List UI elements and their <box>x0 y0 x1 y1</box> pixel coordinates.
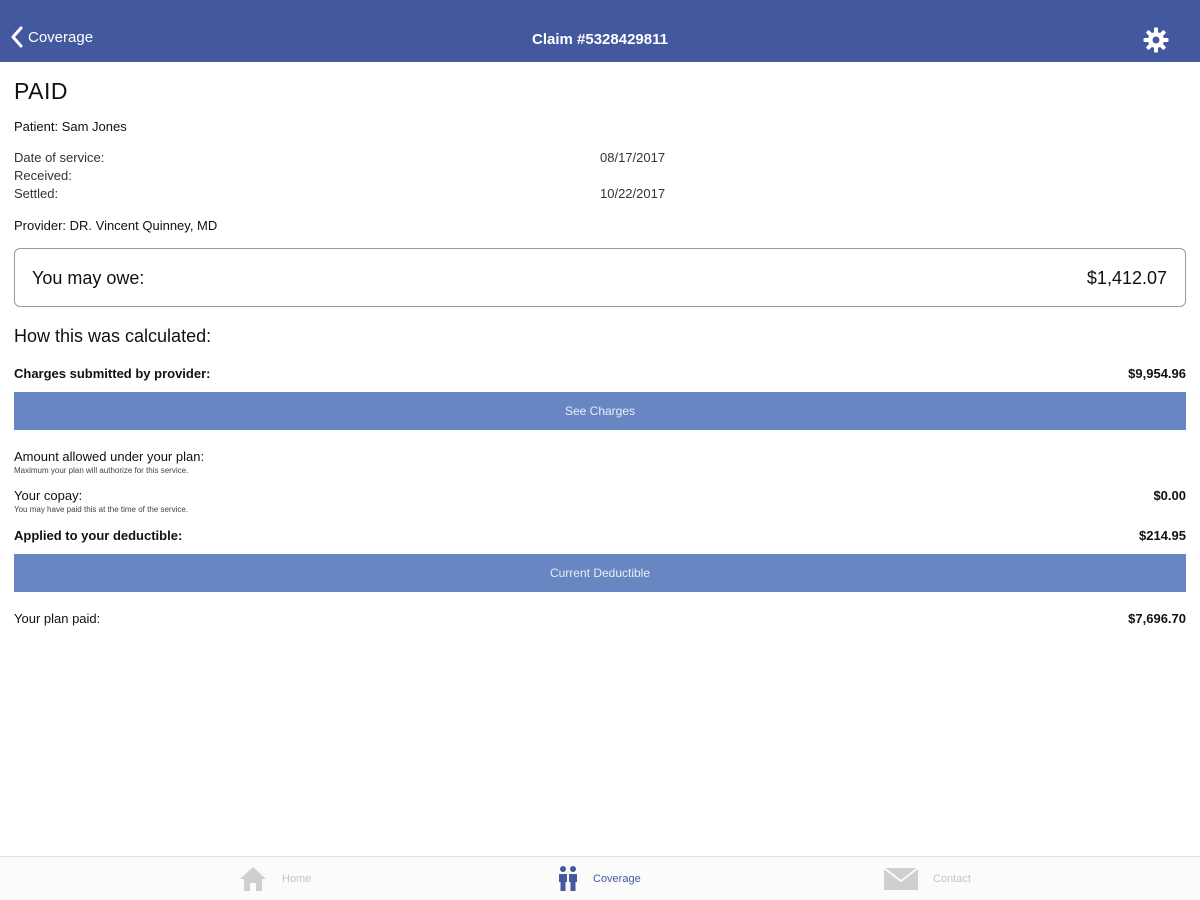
date-value: 08/17/2017 <box>600 150 666 165</box>
copay-label: Your copay: <box>14 488 83 503</box>
patient-name: Patient: Sam Jones <box>14 119 127 134</box>
tab-label: Coverage <box>593 873 641 885</box>
copay-row: Your copay: You may have paid this at th… <box>14 488 1186 514</box>
claim-status: PAID <box>14 78 68 104</box>
plan-paid-value: $7,696.70 <box>1128 611 1186 626</box>
date-value: 10/22/2017 <box>600 186 666 201</box>
tab-coverage[interactable]: Coverage <box>557 857 641 900</box>
settled-row: Settled: 10/22/2017 <box>14 186 1186 204</box>
provider-name: Provider: DR. Vincent Quinney, MD <box>14 218 218 233</box>
amount-owed-card: You may owe: $1,412.07 <box>14 248 1186 307</box>
see-charges-button[interactable]: See Charges <box>14 392 1186 430</box>
tab-label: Home <box>282 873 312 885</box>
charges-label: Charges submitted by provider: <box>14 366 211 381</box>
date-label: Date of service: <box>14 150 105 165</box>
navigation-bar: Coverage Claim #5328429811 <box>0 0 1200 62</box>
home-icon <box>240 867 266 891</box>
deductible-value: $214.95 <box>1139 528 1186 543</box>
plan-paid-label: Your plan paid: <box>14 611 101 626</box>
date-label: Received: <box>14 168 72 183</box>
allowed-subtext: Maximum your plan will authorize for thi… <box>14 466 189 475</box>
envelope-icon <box>883 867 919 890</box>
received-row: Received: <box>14 168 1186 186</box>
tab-bar: Home Coverage Contact <box>0 856 1200 900</box>
date-of-service-row: Date of service: 08/17/2017 <box>14 150 1186 168</box>
deductible-label: Applied to your deductible: <box>14 528 183 543</box>
copay-value: $0.00 <box>1153 488 1186 503</box>
plan-paid-row: Your plan paid: $7,696.70 <box>14 611 1186 626</box>
claim-dates: Date of service: 08/17/2017 Received: Se… <box>14 150 1186 204</box>
allowed-row: Amount allowed under your plan: Maximum … <box>14 449 1186 475</box>
date-label: Settled: <box>14 186 59 201</box>
copay-subtext: You may have paid this at the time of th… <box>14 505 189 514</box>
people-icon <box>559 866 577 891</box>
allowed-label: Amount allowed under your plan: <box>14 449 205 464</box>
tab-label: Contact <box>933 873 971 885</box>
amount-owed-value: $1,412.07 <box>1086 268 1167 288</box>
deductible-row: Applied to your deductible: $214.95 <box>14 528 1186 543</box>
gear-icon[interactable] <box>1142 26 1170 54</box>
amount-owed-label: You may owe: <box>32 268 145 288</box>
current-deductible-button[interactable]: Current Deductible <box>14 554 1186 592</box>
tab-home[interactable]: Home <box>238 857 311 900</box>
tab-contact[interactable]: Contact <box>883 857 971 900</box>
page-title: Claim #5328429811 <box>532 31 668 48</box>
calculation-heading: How this was calculated: <box>14 326 212 346</box>
charges-value: $9,954.96 <box>1128 366 1186 381</box>
charges-row: Charges submitted by provider: $9,954.96 <box>14 366 1186 381</box>
